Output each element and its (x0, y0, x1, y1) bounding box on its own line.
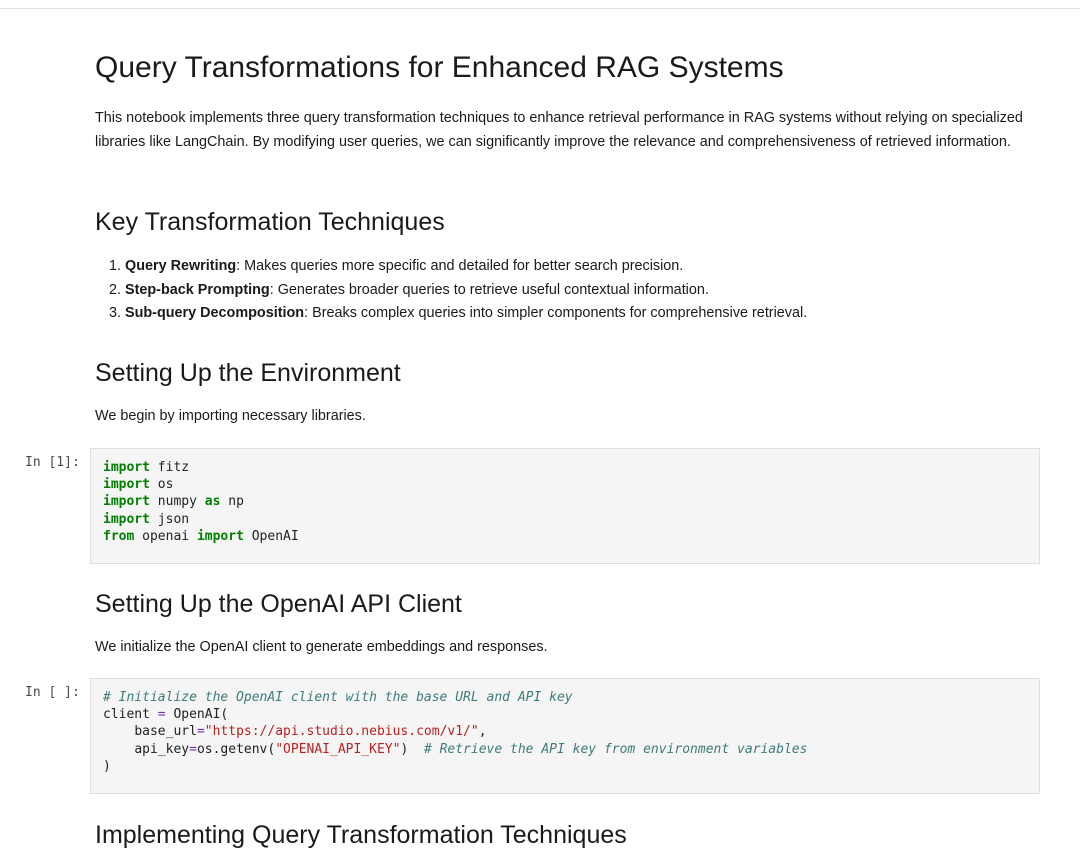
technique-desc: : Generates broader queries to retrieve … (269, 281, 709, 298)
setup-client-heading: Setting Up the OpenAI API Client (95, 590, 462, 618)
code-text: openai (134, 528, 197, 544)
cell-prompt: In [ ]: (25, 685, 80, 700)
code-text: fitz (149, 460, 190, 475)
technique-desc: : Makes queries more specific and detail… (236, 258, 684, 274)
code-text: OpenAI( (165, 707, 229, 723)
list-item: Sub-query Decomposition: Breaks complex … (125, 302, 1070, 326)
list-item: Query Rewriting: Makes queries more spec… (125, 255, 1070, 279)
code-block: # Initialize the OpenAI client with the … (103, 689, 1027, 775)
code-comment: # Initialize the OpenAI client with the … (103, 690, 573, 705)
code-cell-client[interactable]: # Initialize the OpenAI client with the … (90, 678, 1040, 794)
code-block: import fitz import os import numpy as np… (103, 459, 1027, 545)
code-text: api_key (134, 741, 190, 757)
code-text: client (103, 707, 158, 723)
code-text: ) (400, 741, 409, 757)
code-text: os (149, 477, 174, 493)
code-text: OpenAI (243, 528, 299, 544)
setup-environment-heading: Setting Up the Environment (95, 359, 401, 387)
keyword: as (204, 494, 221, 510)
technique-name: Sub-query Decomposition (125, 305, 305, 321)
code-cell-imports[interactable]: import fitz import os import numpy as np… (90, 448, 1040, 564)
keyword: import (196, 528, 244, 544)
technique-name: Step-back Prompting (125, 281, 270, 298)
code-text: , (478, 724, 487, 740)
code-text: os.getenv( (196, 741, 276, 757)
cell-prompt: In [1]: (25, 455, 80, 470)
code-operator: = (189, 741, 197, 757)
techniques-list: Query Rewriting: Makes queries more spec… (95, 255, 1070, 326)
setup-environment-text: We begin by importing necessary librarie… (95, 408, 366, 424)
setup-client-text: We initialize the OpenAI client to gener… (95, 639, 548, 655)
technique-name: Query Rewriting (125, 258, 237, 274)
keyword: import (103, 460, 150, 475)
code-text: numpy (149, 494, 205, 510)
technique-desc: : Breaks complex queries into simpler co… (304, 305, 808, 321)
intro-paragraph: This notebook implements three query tra… (95, 110, 1023, 150)
code-operator: = (196, 724, 205, 740)
keyword: import (103, 477, 150, 493)
keyword: import (103, 511, 150, 527)
notebook-title: Query Transformations for Enhanced RAG S… (95, 51, 784, 84)
next-section-heading: Implementing Query Transformation Techni… (95, 821, 627, 849)
code-operator: = (157, 707, 166, 723)
code-string: "https://api.studio.nebius.com/v1/" (204, 724, 479, 740)
notebook-top-border (0, 0, 1080, 9)
code-text: np (220, 494, 244, 510)
code-text: base_url (134, 724, 197, 740)
code-comment: # Retrieve the API key from environment … (423, 741, 808, 757)
code-string: "OPENAI_API_KEY" (275, 741, 401, 757)
code-text: json (149, 511, 190, 527)
code-text: ) (103, 758, 111, 774)
key-techniques-heading: Key Transformation Techniques (95, 208, 445, 236)
keyword: from (103, 528, 135, 544)
keyword: import (103, 494, 150, 510)
list-item: Step-back Prompting: Generates broader q… (125, 279, 1070, 303)
